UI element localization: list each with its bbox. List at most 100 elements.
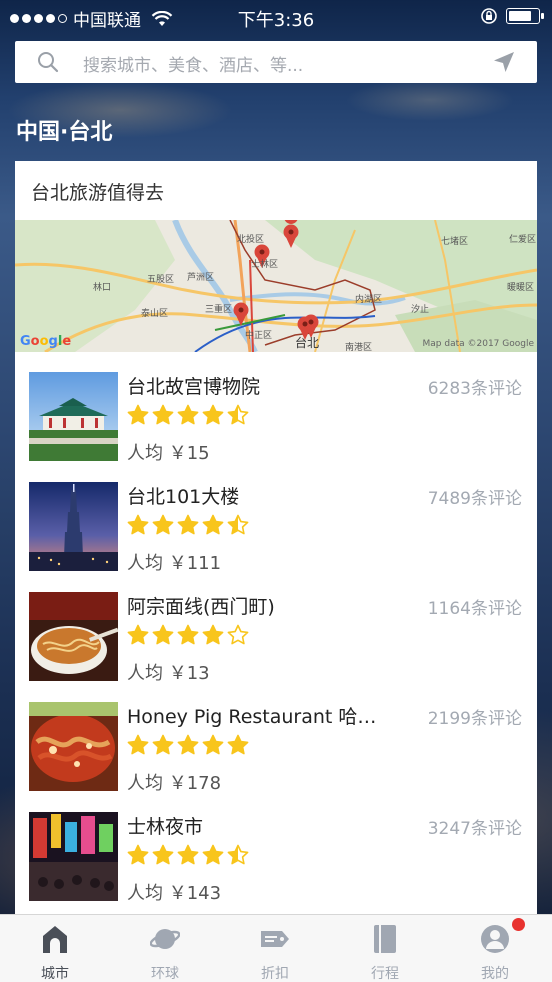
map-label: 北投区: [237, 235, 265, 245]
star-full-icon: [202, 624, 224, 645]
map-credit: Map data ©2017 Google: [422, 339, 535, 349]
attraction-name: 台北101大楼: [127, 486, 240, 508]
average-price: 人均 ￥143: [127, 883, 222, 904]
star-rating: [127, 844, 249, 866]
star-half-icon: [227, 404, 249, 425]
tab-label: 行程: [371, 966, 399, 982]
star-full-icon: [127, 514, 149, 535]
google-logo: Google: [20, 334, 72, 349]
discount-tag-icon: [261, 931, 289, 947]
map-label: 内湖区: [355, 295, 383, 305]
list-item[interactable]: 台北101大楼 7489条评论 人均 ￥111: [15, 474, 537, 574]
map-label: 林口: [93, 283, 112, 293]
tab-discount[interactable]: 折扣: [220, 915, 330, 982]
status-bar: 中国联通 下午3:36: [0, 0, 552, 34]
tab-city[interactable]: 城市: [0, 915, 110, 982]
card-title: 台北旅游值得去: [31, 182, 165, 204]
review-count: 1164条评论: [427, 599, 522, 619]
planet-icon: [150, 929, 180, 949]
star-full-icon: [177, 844, 199, 865]
average-price: 人均 ￥13: [127, 663, 210, 684]
map-label: 芦洲区: [187, 273, 215, 283]
location-arrow-icon[interactable]: [493, 51, 515, 73]
tab-itinerary[interactable]: 行程: [330, 915, 440, 982]
attraction-thumbnail: [29, 482, 118, 571]
star-full-icon: [127, 404, 149, 425]
star-half-icon: [227, 844, 249, 865]
map-label: 七堵区: [441, 237, 469, 247]
list-item[interactable]: 士林夜市 3247条评论 人均 ￥143: [15, 804, 537, 904]
notification-badge: [512, 918, 525, 931]
list-item[interactable]: 台北故宫博物院 6283条评论 人均 ￥15: [15, 364, 537, 464]
attraction-thumbnail: [29, 812, 118, 901]
attraction-thumbnail: [29, 372, 118, 461]
star-full-icon: [202, 514, 224, 535]
tab-label: 折扣: [261, 966, 289, 982]
review-count: 2199条评论: [427, 709, 522, 729]
city-title: 中国·台北: [16, 120, 113, 145]
battery-icon: [506, 8, 544, 24]
attraction-thumbnail: [29, 702, 118, 791]
search-input[interactable]: 搜索城市、美食、酒店、等...: [83, 51, 303, 76]
star-full-icon: [152, 624, 174, 645]
tab-global[interactable]: 环球: [110, 915, 220, 982]
tab-profile[interactable]: 我的: [440, 915, 550, 982]
tab-label: 城市: [41, 966, 69, 982]
star-full-icon: [152, 734, 174, 755]
star-empty-icon: [227, 624, 249, 645]
star-rating: [127, 624, 249, 646]
attraction-thumbnail: [29, 592, 118, 681]
rotation-lock-icon: [481, 8, 497, 24]
map-label: 台北: [295, 336, 320, 350]
status-right: [480, 7, 544, 25]
star-rating: [127, 404, 249, 426]
star-full-icon: [177, 624, 199, 645]
map-label: 士林区: [251, 260, 279, 270]
review-count: 6283条评论: [427, 379, 522, 399]
star-full-icon: [202, 734, 224, 755]
star-full-icon: [177, 734, 199, 755]
star-full-icon: [127, 734, 149, 755]
review-count: 3247条评论: [427, 819, 522, 839]
star-full-icon: [127, 624, 149, 645]
profile-icon: [481, 925, 509, 953]
star-rating: [127, 514, 249, 536]
review-count: 7489条评论: [427, 489, 522, 509]
average-price: 人均 ￥111: [127, 553, 222, 574]
star-full-icon: [152, 404, 174, 425]
search-bar[interactable]: 搜索城市、美食、酒店、等...: [15, 41, 537, 83]
star-full-icon: [152, 514, 174, 535]
map-label: 五股区: [147, 275, 175, 285]
itinerary-book-icon: [374, 925, 396, 953]
star-full-icon: [177, 514, 199, 535]
star-full-icon: [202, 844, 224, 865]
average-price: 人均 ￥178: [127, 773, 222, 794]
star-rating: [127, 734, 249, 756]
star-half-icon: [227, 514, 249, 535]
star-full-icon: [227, 734, 249, 755]
map-label: 暖暖区: [507, 283, 535, 293]
list-item[interactable]: Honey Pig Restaurant 哈… 2199条评论 人均 ￥178: [15, 694, 537, 794]
map-label: 中正区: [245, 331, 273, 341]
map-label: 三重区: [205, 305, 233, 315]
tab-label: 我的: [481, 966, 509, 982]
average-price: 人均 ￥15: [127, 443, 210, 464]
map-view[interactable]: 北投区 士林区 五股区 芦洲区 林口 泰山区 三重区 中正区 内湖区 汐止 七堵…: [15, 220, 537, 352]
status-time: 下午3:36: [237, 10, 315, 31]
star-full-icon: [127, 844, 149, 865]
star-full-icon: [177, 404, 199, 425]
map-label: 南港区: [345, 343, 373, 352]
map-label: 泰山区: [141, 309, 169, 319]
attraction-name: Honey Pig Restaurant 哈…: [127, 706, 377, 728]
city-home-icon: [43, 926, 67, 953]
attraction-name: 台北故宫博物院: [127, 376, 261, 398]
map-label: 仁爱区: [509, 235, 537, 245]
bottom-tab-bar: 城市 环球 折扣 行程 我的: [0, 914, 552, 982]
map-label: 汐止: [411, 305, 430, 315]
city-recommendations-card: 台北旅游值得去 北投区 士林区 五股区 芦洲区 林口 泰山区 三重区 中正区 内…: [15, 161, 537, 921]
star-full-icon: [152, 844, 174, 865]
attraction-name: 士林夜市: [127, 816, 204, 838]
search-icon: [38, 52, 59, 73]
list-item[interactable]: 阿宗面线(西门町) 1164条评论 人均 ￥13: [15, 584, 537, 684]
tab-label: 环球: [151, 966, 179, 982]
